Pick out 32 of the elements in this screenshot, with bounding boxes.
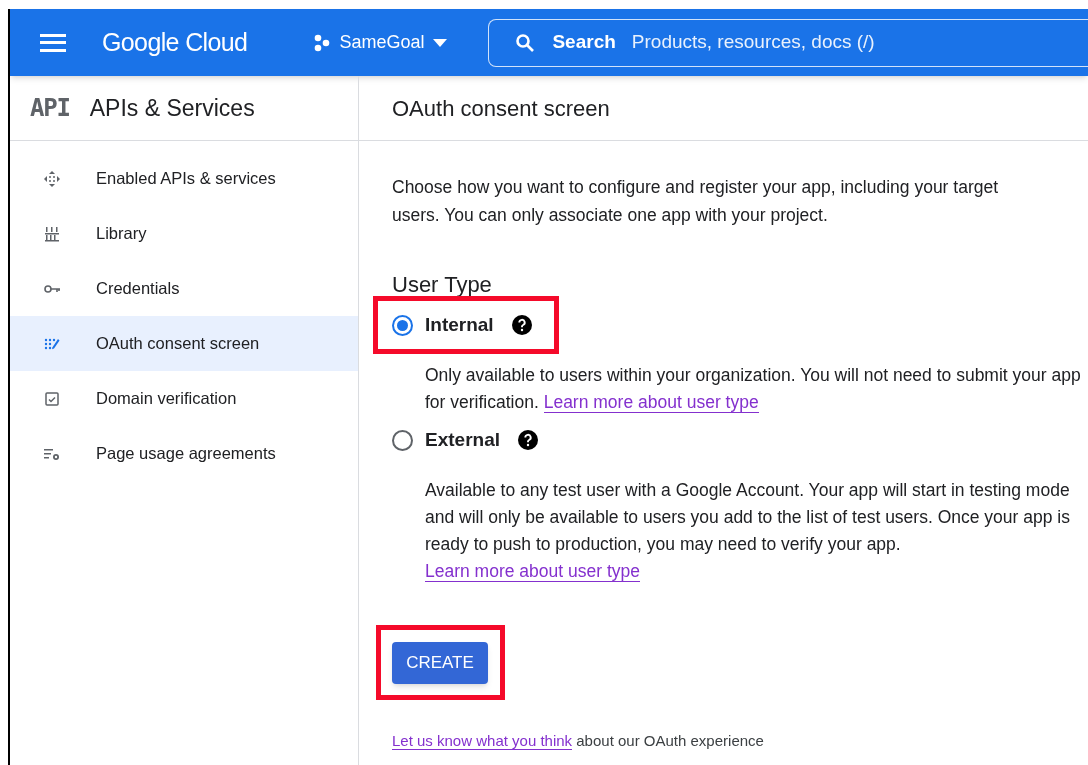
caret-icon (432, 37, 449, 48)
option-description: Only available to users within your organization. You will not need to submit your app for verification. Learn more about user type (425, 364, 1082, 415)
sidebar-item[interactable]: Credentials (10, 261, 358, 316)
hexagons-icon (313, 33, 332, 52)
sidebar-item[interactable]: Library (10, 206, 358, 261)
sidebar-item[interactable]: Page usage agreements (10, 426, 358, 481)
section-heading: User Type (392, 271, 493, 299)
radio-option[interactable]: Internal (392, 310, 494, 340)
intro-text: Choose how you want to configure and register your app, including your target users. You can only associate one app with your project. (392, 176, 1000, 227)
search-label: Search (552, 30, 616, 55)
project-selector[interactable]: SameGoal (313, 29, 449, 56)
api-label: API (30, 93, 70, 124)
search-input[interactable]: Products, resources, docs (/) (631, 28, 1088, 57)
radio-option[interactable]: External (392, 425, 500, 455)
sidebar-item[interactable]: Domain verification (10, 371, 358, 426)
help-icon[interactable] (511, 315, 532, 335)
menu-icon[interactable] (40, 33, 66, 52)
learn-more-link[interactable]: Learn more about user type (425, 561, 640, 582)
feedback-link[interactable]: Let us know what you think (392, 732, 573, 750)
sidebar-title: APIs & Services (89, 93, 255, 123)
learn-more-link[interactable]: Learn more about user type (543, 392, 759, 413)
create-button[interactable]: CREATE (392, 642, 488, 684)
search-field[interactable]: Search Products, resources, docs (/) (488, 18, 1088, 67)
sidebar-item[interactable]: OAuth consent screen (10, 316, 358, 371)
page-title: OAuth consent screen (392, 94, 610, 123)
sidebar-item[interactable]: Enabled APIs & services (10, 151, 358, 206)
search-icon (515, 32, 536, 53)
option-description: Available to any test user with a Google Account. Your app will start in testing mode and will only be available to users you add to the list of test users. Once your app is ready to push to production, you may need to verify your app. Learn more about user type (425, 479, 1071, 584)
diamond-dots-icon (42, 168, 62, 189)
logo[interactable]: Google Cloud (102, 23, 248, 62)
help-icon[interactable] (518, 430, 538, 450)
feedback-text: Let us know what you think about our OAuth experience (392, 731, 765, 752)
